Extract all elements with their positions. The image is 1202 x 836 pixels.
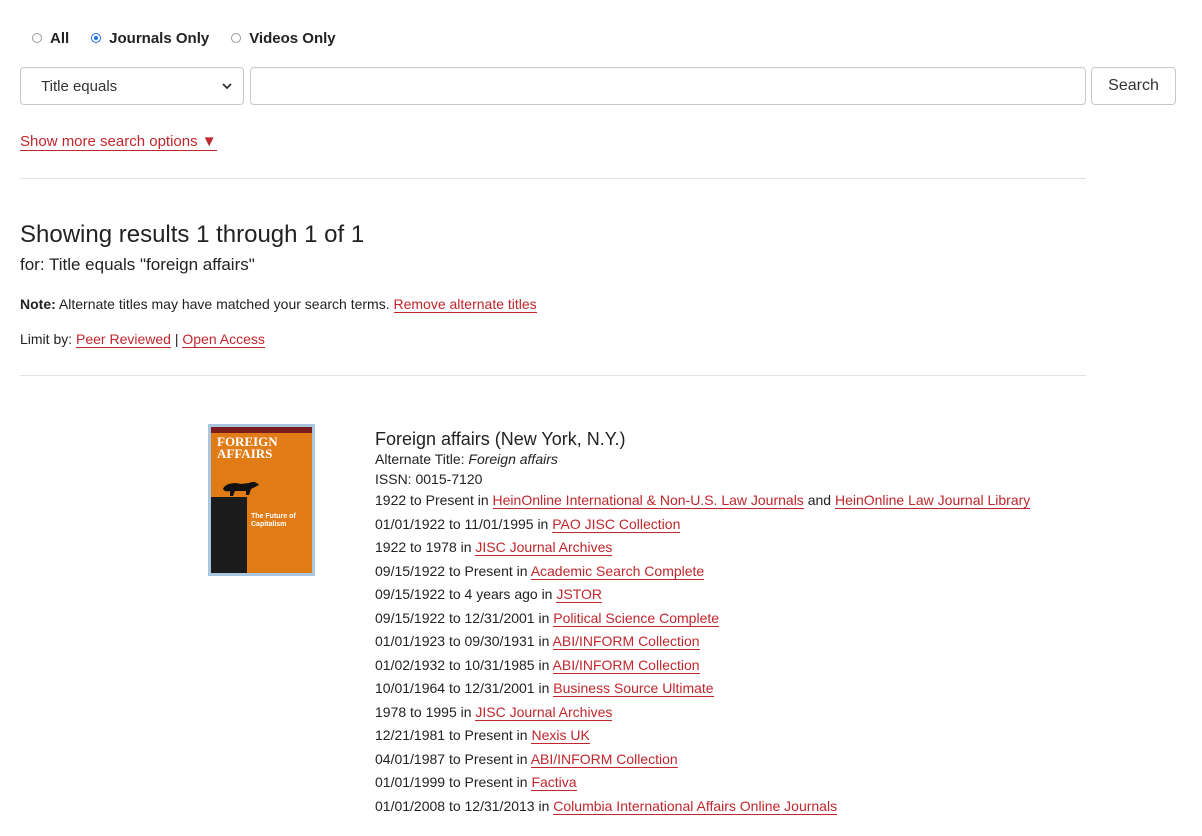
database-link[interactable]: Political Science Complete [553, 609, 720, 627]
filter-journals-label: Journals Only [109, 29, 210, 47]
holding-and: and [807, 492, 832, 508]
holding-range: 01/02/1932 to 10/31/1985 in [375, 656, 550, 673]
limit-label: Limit by: [20, 331, 73, 347]
holding-range: 01/01/1999 to Present in [375, 774, 528, 790]
holding-line: 09/15/1922 to Present in Academic Search… [375, 560, 1030, 584]
divider [20, 178, 1086, 179]
more-search-options-text[interactable]: Show more search options ▼ [20, 133, 217, 151]
bull-icon [223, 481, 259, 496]
search-input[interactable] [250, 67, 1086, 105]
database-link[interactable]: Factiva [531, 774, 577, 791]
alternate-titles-note: Note: Alternate titles may have matched … [20, 296, 537, 313]
open-access-link[interactable]: Open Access [182, 331, 265, 348]
journal-cover-image[interactable]: FOREIGN AFFAIRS The Future of Capitalism [208, 424, 315, 576]
alternate-title-value: Foreign affairs [468, 451, 558, 467]
holding-range: 04/01/1987 to Present in [375, 750, 528, 767]
holding-line: 1978 to 1995 in JISC Journal Archives [375, 701, 1030, 725]
filter-all-option[interactable]: All [32, 30, 69, 47]
holding-range: 1978 to 1995 in [375, 703, 472, 720]
cover-subtitle: The Future of Capitalism [251, 513, 296, 528]
radio-videos[interactable] [231, 33, 242, 43]
remove-alternate-titles-link[interactable]: Remove alternate titles [393, 296, 537, 313]
holding-range: 01/01/1922 to 11/01/1995 in [375, 515, 549, 532]
format-filter: All Journals Only Videos Only [32, 28, 358, 48]
search-field-value: Title equals [41, 77, 118, 95]
database-link[interactable]: JISC Journal Archives [475, 703, 613, 721]
journal-title: Foreign affairs (New York, N.Y.) [375, 429, 626, 449]
filter-videos-option[interactable]: Videos Only [231, 29, 336, 47]
results-query: for: Title equals "foreign affairs" [20, 255, 255, 274]
holding-line: 12/21/1981 to Present in Nexis UK [375, 724, 1030, 748]
filter-videos-label: Videos Only [249, 29, 336, 47]
database-link[interactable]: ABI/INFORM Collection [552, 656, 700, 674]
holding-line: 09/15/1922 to 12/31/2001 in Political Sc… [375, 607, 1030, 631]
cover-title: FOREIGN AFFAIRS [217, 434, 278, 461]
radio-journals[interactable] [91, 33, 102, 43]
holding-line: 09/15/1922 to 4 years ago in JSTOR [375, 583, 1030, 607]
chevron-down-icon [222, 83, 232, 90]
holding-range: 12/21/1981 to Present in [375, 727, 528, 743]
holding-line: 01/01/1923 to 09/30/1931 in ABI/INFORM C… [375, 630, 1030, 654]
holding-line: 10/01/1964 to 12/31/2001 in Business Sou… [375, 677, 1030, 701]
database-link[interactable]: HeinOnline International & Non-U.S. Law … [492, 492, 804, 509]
holding-range: 01/01/2008 to 12/31/2013 in [375, 797, 550, 814]
holding-range: 09/15/1922 to 12/31/2001 in [375, 609, 550, 626]
note-text: Alternate titles may have matched your s… [58, 296, 390, 312]
results-heading: Showing results 1 through 1 of 1 [20, 221, 365, 248]
divider [20, 375, 1086, 376]
holding-line: 01/01/2008 to 12/31/2013 in Columbia Int… [375, 795, 1030, 819]
database-link[interactable]: JSTOR [556, 586, 602, 603]
holding-line: 01/01/1922 to 11/01/1995 in PAO JISC Col… [375, 513, 1030, 537]
holdings-list: 01/01/1922 to 11/01/1995 in PAO JISC Col… [375, 513, 1030, 819]
limit-separator: | [174, 331, 179, 347]
holding-range: 09/15/1922 to Present in [375, 562, 528, 579]
issn: ISSN: 0015-7120 [375, 471, 483, 487]
more-search-options-link[interactable]: Show more search options ▼ [20, 133, 217, 151]
database-link[interactable]: Academic Search Complete [530, 562, 705, 580]
database-link[interactable]: ABI/INFORM Collection [552, 633, 700, 650]
holding-line: 1922 to 1978 in JISC Journal Archives [375, 536, 1030, 560]
holding-range: 01/01/1923 to 09/30/1931 in [375, 633, 550, 649]
cover-art: FOREIGN AFFAIRS The Future of Capitalism [211, 427, 312, 573]
holding-range: 10/01/1964 to 12/31/2001 in [375, 680, 550, 696]
database-link[interactable]: ABI/INFORM Collection [530, 750, 678, 768]
alternate-title: Alternate Title: Foreign affairs [375, 450, 1030, 469]
database-link[interactable]: HeinOnline Law Journal Library [834, 492, 1031, 509]
holding-line: 01/02/1932 to 10/31/1985 in ABI/INFORM C… [375, 654, 1030, 678]
database-link[interactable]: Columbia International Affairs Online Jo… [553, 797, 838, 815]
alternate-title-label: Alternate Title: [375, 451, 465, 467]
database-link[interactable]: JISC Journal Archives [475, 539, 613, 556]
database-link[interactable]: Business Source Ultimate [553, 680, 714, 697]
cover-rock [211, 497, 247, 573]
limit-by: Limit by: Peer Reviewed | Open Access [20, 331, 265, 348]
database-link[interactable]: PAO JISC Collection [552, 515, 681, 533]
holding-line: 1922 to Present in HeinOnline Internatio… [375, 489, 1031, 513]
peer-reviewed-link[interactable]: Peer Reviewed [76, 331, 171, 348]
radio-all[interactable] [32, 33, 42, 43]
holding-range: 1922 to 1978 in [375, 539, 472, 555]
note-label: Note: [20, 296, 56, 312]
holding-range: 09/15/1922 to 4 years ago in [375, 586, 553, 602]
cover-banner [211, 427, 312, 433]
holding-line: 04/01/1987 to Present in ABI/INFORM Coll… [375, 748, 1030, 772]
filter-journals-option[interactable]: Journals Only [91, 30, 209, 47]
database-link[interactable]: Nexis UK [531, 727, 590, 744]
filter-all-label: All [50, 29, 70, 47]
holding-line: 01/01/1999 to Present in Factiva [375, 771, 1030, 795]
holding-range: 1922 to Present in [375, 492, 489, 508]
search-button[interactable]: Search [1091, 67, 1176, 105]
journal-entry: Foreign affairs (New York, N.Y.) Alterna… [375, 428, 1031, 819]
search-field-select[interactable]: Title equals [20, 67, 244, 105]
